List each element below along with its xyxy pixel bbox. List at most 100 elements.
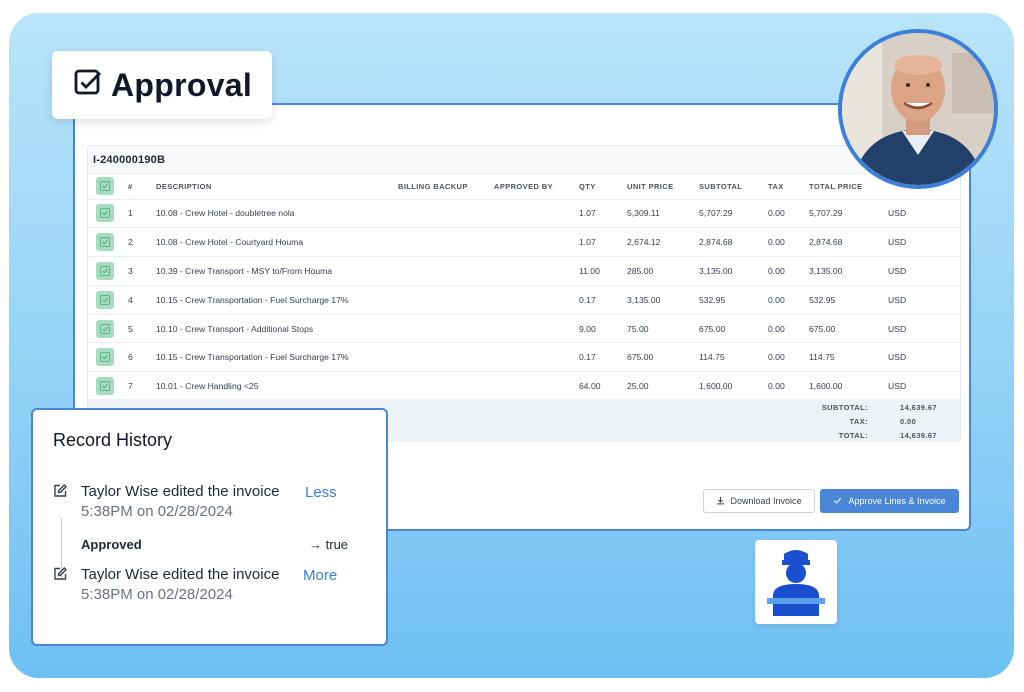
checkbox-icon[interactable] bbox=[96, 177, 114, 196]
row-qty: 64.00 bbox=[579, 371, 627, 401]
row-number: 4 bbox=[128, 284, 156, 315]
col-tax: TAX bbox=[768, 181, 784, 191]
row-description: 10.10 - Crew Transport - Additional Stop… bbox=[156, 313, 398, 343]
row-select-cell[interactable] bbox=[88, 371, 128, 401]
row-subtotal: 1,600.00 bbox=[699, 371, 768, 401]
row-number: 3 bbox=[128, 256, 156, 286]
row-unit-price: 285.00 bbox=[627, 256, 699, 286]
download-icon bbox=[716, 496, 725, 507]
row-approved-by bbox=[494, 313, 579, 343]
row-qty: 0.17 bbox=[579, 284, 627, 315]
row-qty: 11.00 bbox=[579, 256, 627, 286]
approve-lines-invoice-button[interactable]: Approve Lines & Invoice bbox=[820, 489, 959, 513]
row-total-price: 3,135.00 bbox=[809, 256, 888, 286]
row-tax: 0.00 bbox=[768, 313, 809, 343]
download-invoice-button[interactable]: Download Invoice bbox=[703, 489, 815, 513]
row-select-cell[interactable] bbox=[88, 342, 128, 372]
row-currency: USD bbox=[888, 371, 960, 401]
subtotal-label: SUBTOTAL: bbox=[821, 403, 868, 412]
history-entry-time: 5:38PM on 02/28/2024 bbox=[81, 586, 233, 603]
row-tax: 0.00 bbox=[768, 227, 809, 257]
hero-background: I-240000190B # DESCRIPTION BILLING BACKU… bbox=[9, 13, 1014, 678]
row-approved-by bbox=[494, 227, 579, 257]
row-qty: 0.17 bbox=[579, 342, 627, 372]
row-description: 10.39 - Crew Transport - MSY to/From Hou… bbox=[156, 256, 398, 286]
checkbox-icon[interactable] bbox=[96, 233, 114, 252]
checkbox-icon[interactable] bbox=[96, 319, 114, 338]
checkbox-icon[interactable] bbox=[96, 261, 114, 280]
row-approved-by bbox=[494, 342, 579, 372]
checkbox-icon[interactable] bbox=[96, 290, 114, 309]
select-all-header[interactable] bbox=[88, 174, 128, 199]
table-header-row: # DESCRIPTION BILLING BACKUP APPROVED BY… bbox=[88, 174, 960, 199]
changed-value-text: true bbox=[325, 537, 349, 552]
row-unit-price: 675.00 bbox=[627, 342, 699, 372]
row-tax: 0.00 bbox=[768, 371, 809, 401]
checkbox-icon[interactable] bbox=[96, 377, 114, 396]
row-select-cell[interactable] bbox=[88, 198, 128, 228]
row-description: 10.08 - Crew Hotel - Courtyard Houma bbox=[156, 227, 398, 257]
row-number: 6 bbox=[128, 342, 156, 372]
row-billing-backup bbox=[398, 227, 494, 257]
tax-value: 0.00 bbox=[900, 417, 917, 426]
row-total-price: 114.75 bbox=[809, 342, 888, 372]
more-link[interactable]: More bbox=[303, 567, 337, 584]
row-currency: USD bbox=[888, 284, 960, 315]
total-value: 14,639.67 bbox=[900, 431, 937, 440]
changed-field-value: → true bbox=[309, 537, 348, 552]
col-unit-price: UNIT PRICE bbox=[627, 181, 674, 191]
edit-icon bbox=[53, 484, 67, 503]
row-tax: 0.00 bbox=[768, 198, 809, 228]
row-subtotal: 5,707.29 bbox=[699, 198, 768, 228]
record-history-card: Record History Taylor Wise edited the in… bbox=[31, 408, 388, 646]
row-description: 10.08 - Crew Hotel - doubletree nola bbox=[156, 198, 398, 228]
table-row: 1 10.08 - Crew Hotel - doubletree nola 1.0… bbox=[88, 198, 960, 228]
avatar bbox=[838, 29, 998, 189]
less-link[interactable]: Less bbox=[305, 484, 337, 501]
row-subtotal: 114.75 bbox=[699, 342, 768, 372]
row-number: 2 bbox=[128, 227, 156, 257]
agent-icon-tile bbox=[755, 540, 837, 624]
row-unit-price: 5,309.11 bbox=[627, 198, 699, 228]
person-photo bbox=[842, 33, 994, 185]
row-currency: USD bbox=[888, 313, 960, 343]
row-unit-price: 2,674.12 bbox=[627, 227, 699, 257]
row-number: 7 bbox=[128, 371, 156, 401]
table-row: 2 10.08 - Crew Hotel - Courtyard Houma 1.0… bbox=[88, 227, 960, 257]
row-tax: 0.00 bbox=[768, 284, 809, 315]
col-approved-by: APPROVED BY bbox=[494, 181, 553, 191]
checkbox-icon[interactable] bbox=[96, 348, 114, 367]
row-select-cell[interactable] bbox=[88, 256, 128, 286]
tax-label: TAX: bbox=[849, 417, 868, 426]
row-select-cell[interactable] bbox=[88, 284, 128, 315]
row-approved-by bbox=[494, 256, 579, 286]
row-total-price: 675.00 bbox=[809, 313, 888, 343]
row-total-price: 5,707.29 bbox=[809, 198, 888, 228]
row-subtotal: 532.95 bbox=[699, 284, 768, 315]
col-num: # bbox=[128, 181, 133, 191]
row-select-cell[interactable] bbox=[88, 227, 128, 257]
col-billing-backup: BILLING BACKUP bbox=[398, 181, 468, 191]
col-description: DESCRIPTION bbox=[156, 181, 212, 191]
agent-icon bbox=[767, 550, 825, 616]
download-invoice-label: Download Invoice bbox=[730, 496, 802, 506]
row-qty: 1.07 bbox=[579, 198, 627, 228]
row-select-cell[interactable] bbox=[88, 313, 128, 343]
total-label: TOTAL: bbox=[838, 431, 868, 440]
row-qty: 1.07 bbox=[579, 227, 627, 257]
approval-badge: Approval bbox=[52, 51, 272, 119]
history-entry-time: 5:38PM on 02/28/2024 bbox=[81, 503, 233, 520]
approval-title: Approval bbox=[111, 66, 253, 103]
row-currency: USD bbox=[888, 227, 960, 257]
row-number: 1 bbox=[128, 198, 156, 228]
col-qty: QTY bbox=[579, 181, 596, 191]
checkbox-icon[interactable] bbox=[96, 204, 114, 223]
checkbox-icon bbox=[73, 68, 103, 103]
row-billing-backup bbox=[398, 256, 494, 286]
col-subtotal: SUBTOTAL bbox=[699, 181, 743, 191]
table-row: 5 10.10 - Crew Transport - Additional Sto… bbox=[88, 313, 960, 343]
row-qty: 9.00 bbox=[579, 313, 627, 343]
invoice-header-bar bbox=[88, 146, 960, 174]
edit-icon bbox=[53, 567, 67, 586]
row-unit-price: 25.00 bbox=[627, 371, 699, 401]
